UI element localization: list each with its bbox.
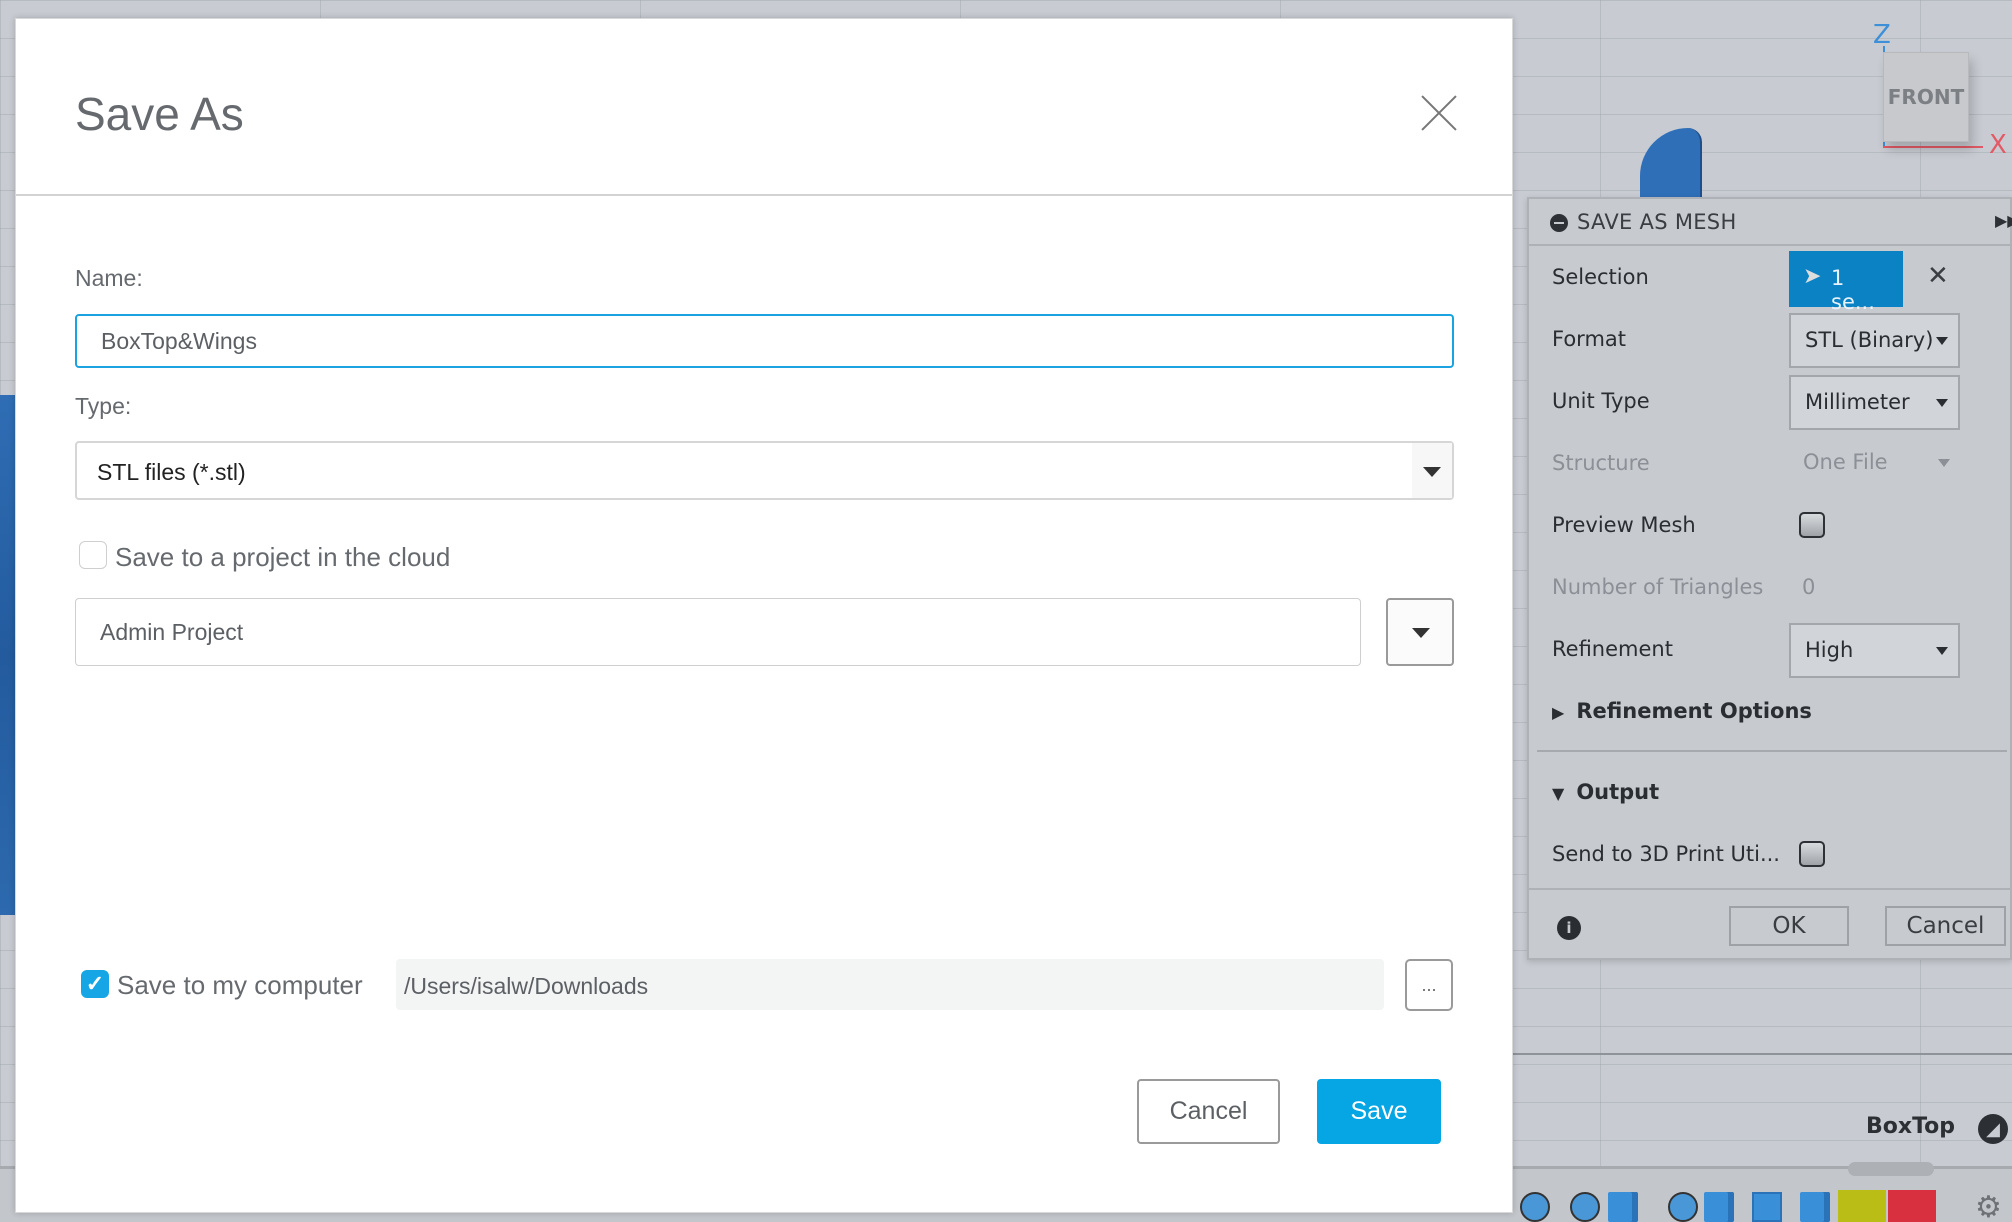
x-axis-label: X [1989, 130, 2007, 160]
z-axis-label: Z [1873, 20, 1891, 50]
chevron-down-icon [1412, 628, 1430, 638]
expand-panel-icon[interactable]: ▶▶ [1995, 211, 2012, 230]
save-to-computer-checkbox[interactable]: ✓ [81, 970, 109, 998]
document-name: BoxTop [1866, 1114, 1956, 1139]
output-label: Output [1576, 780, 1660, 804]
timeline-sketch-icon[interactable] [1752, 1192, 1782, 1222]
chevron-down-icon [1936, 399, 1948, 407]
clear-selection-icon[interactable]: ✕ [1927, 261, 1949, 291]
type-select-toggle[interactable] [1412, 443, 1452, 498]
send-to-3d-print-checkbox[interactable] [1799, 841, 1825, 867]
chevron-down-icon [1938, 459, 1950, 467]
timeline-joint-icon[interactable] [1668, 1192, 1698, 1222]
type-label: Type: [75, 393, 132, 419]
refinement-options-label: Refinement Options [1576, 699, 1812, 723]
triangles-value: 0 [1802, 575, 1816, 599]
refinement-label: Refinement [1552, 637, 1673, 661]
cloud-project-checkbox-label: Save to a project in the cloud [115, 542, 451, 572]
chevron-down-icon [1936, 647, 1948, 655]
ok-button[interactable]: OK [1729, 906, 1849, 946]
selection-label: Selection [1552, 265, 1649, 289]
timeline-extrude-icon[interactable] [1800, 1192, 1830, 1222]
preview-mesh-checkbox[interactable] [1799, 512, 1825, 538]
format-label: Format [1552, 327, 1627, 351]
dialog-title: Save As [75, 88, 244, 140]
timeline-joint-icon[interactable] [1520, 1192, 1550, 1222]
timeline-settings-icon[interactable]: ⚙ [1975, 1190, 2002, 1222]
info-icon[interactable]: i [1557, 916, 1581, 940]
project-input[interactable] [75, 598, 1361, 666]
timeline-feature-icon[interactable] [1888, 1190, 1936, 1222]
chevron-down-icon [1936, 337, 1948, 345]
structure-select: One File [1789, 437, 1960, 492]
view-cube-face-label: FRONT [1887, 85, 1965, 109]
view-cube[interactable]: FRONT [1883, 52, 1969, 142]
output-toggle[interactable]: ▼ Output [1552, 780, 1659, 804]
panel-header: SAVE AS MESH ▶▶ [1529, 199, 2012, 246]
section-divider [1537, 750, 2007, 752]
cursor-arrow-icon: ➤ [1803, 264, 1822, 289]
refinement-value: High [1805, 638, 1854, 662]
close-icon[interactable] [1421, 95, 1457, 131]
unit-type-value: Millimeter [1805, 390, 1910, 414]
footer-divider [1529, 888, 2010, 890]
ground-line [1513, 1053, 2012, 1055]
collapse-icon[interactable] [1550, 214, 1568, 232]
timeline-scroll-handle[interactable] [1848, 1162, 1934, 1176]
triangles-label: Number of Triangles [1552, 575, 1764, 599]
chevron-down-icon [1423, 467, 1441, 477]
unit-type-select[interactable]: Millimeter [1789, 375, 1960, 430]
format-select[interactable]: STL (Binary) [1789, 313, 1960, 368]
cloud-project-checkbox[interactable] [79, 541, 107, 569]
panel-cancel-button[interactable]: Cancel [1885, 906, 2006, 946]
structure-value: One File [1803, 450, 1888, 474]
project-dropdown-button[interactable] [1386, 598, 1454, 666]
unit-type-label: Unit Type [1552, 389, 1650, 413]
preview-mesh-label: Preview Mesh [1552, 513, 1696, 537]
name-input[interactable] [75, 314, 1454, 368]
caret-down-icon: ▼ [1552, 784, 1565, 803]
selection-value: 1 se... [1831, 266, 1875, 314]
type-select[interactable]: STL files (*.stl) [75, 441, 1454, 500]
type-select-value: STL files (*.stl) [97, 459, 246, 485]
x-axis-line [1883, 146, 1983, 148]
format-value: STL (Binary) [1805, 328, 1934, 352]
refinement-options-toggle[interactable]: ▶ Refinement Options [1552, 699, 1812, 723]
save-path-field[interactable]: /Users/isalw/Downloads [396, 959, 1384, 1010]
browse-button[interactable]: ... [1405, 959, 1453, 1011]
panel-title: SAVE AS MESH [1577, 210, 1737, 234]
save-to-computer-label: Save to my computer [117, 970, 363, 1000]
cancel-button[interactable]: Cancel [1137, 1079, 1280, 1144]
selection-button[interactable]: ➤ 1 se... [1789, 251, 1903, 314]
timeline-joint-icon[interactable] [1570, 1192, 1600, 1222]
document-status-icon[interactable]: ◢ [1978, 1114, 2008, 1144]
refinement-select[interactable]: High [1789, 623, 1960, 678]
checkmark-icon: ✓ [85, 971, 105, 996]
save-as-mesh-panel: SAVE AS MESH ▶▶ Selection ➤ 1 se... ✕ Fo… [1527, 197, 2012, 960]
timeline-extrude-icon[interactable] [1704, 1192, 1734, 1222]
save-as-dialog: Save As Name: Type: STL files (*.stl) Sa… [15, 18, 1513, 1213]
save-button[interactable]: Save [1317, 1079, 1441, 1144]
dialog-header: Save As [16, 19, 1512, 196]
timeline-extrude-icon[interactable] [1608, 1192, 1638, 1222]
structure-label: Structure [1552, 451, 1650, 475]
caret-right-icon: ▶ [1552, 703, 1565, 722]
send-to-3d-print-label: Send to 3D Print Uti... [1552, 842, 1780, 866]
timeline-feature-icon[interactable] [1838, 1190, 1886, 1222]
name-label: Name: [75, 265, 143, 291]
